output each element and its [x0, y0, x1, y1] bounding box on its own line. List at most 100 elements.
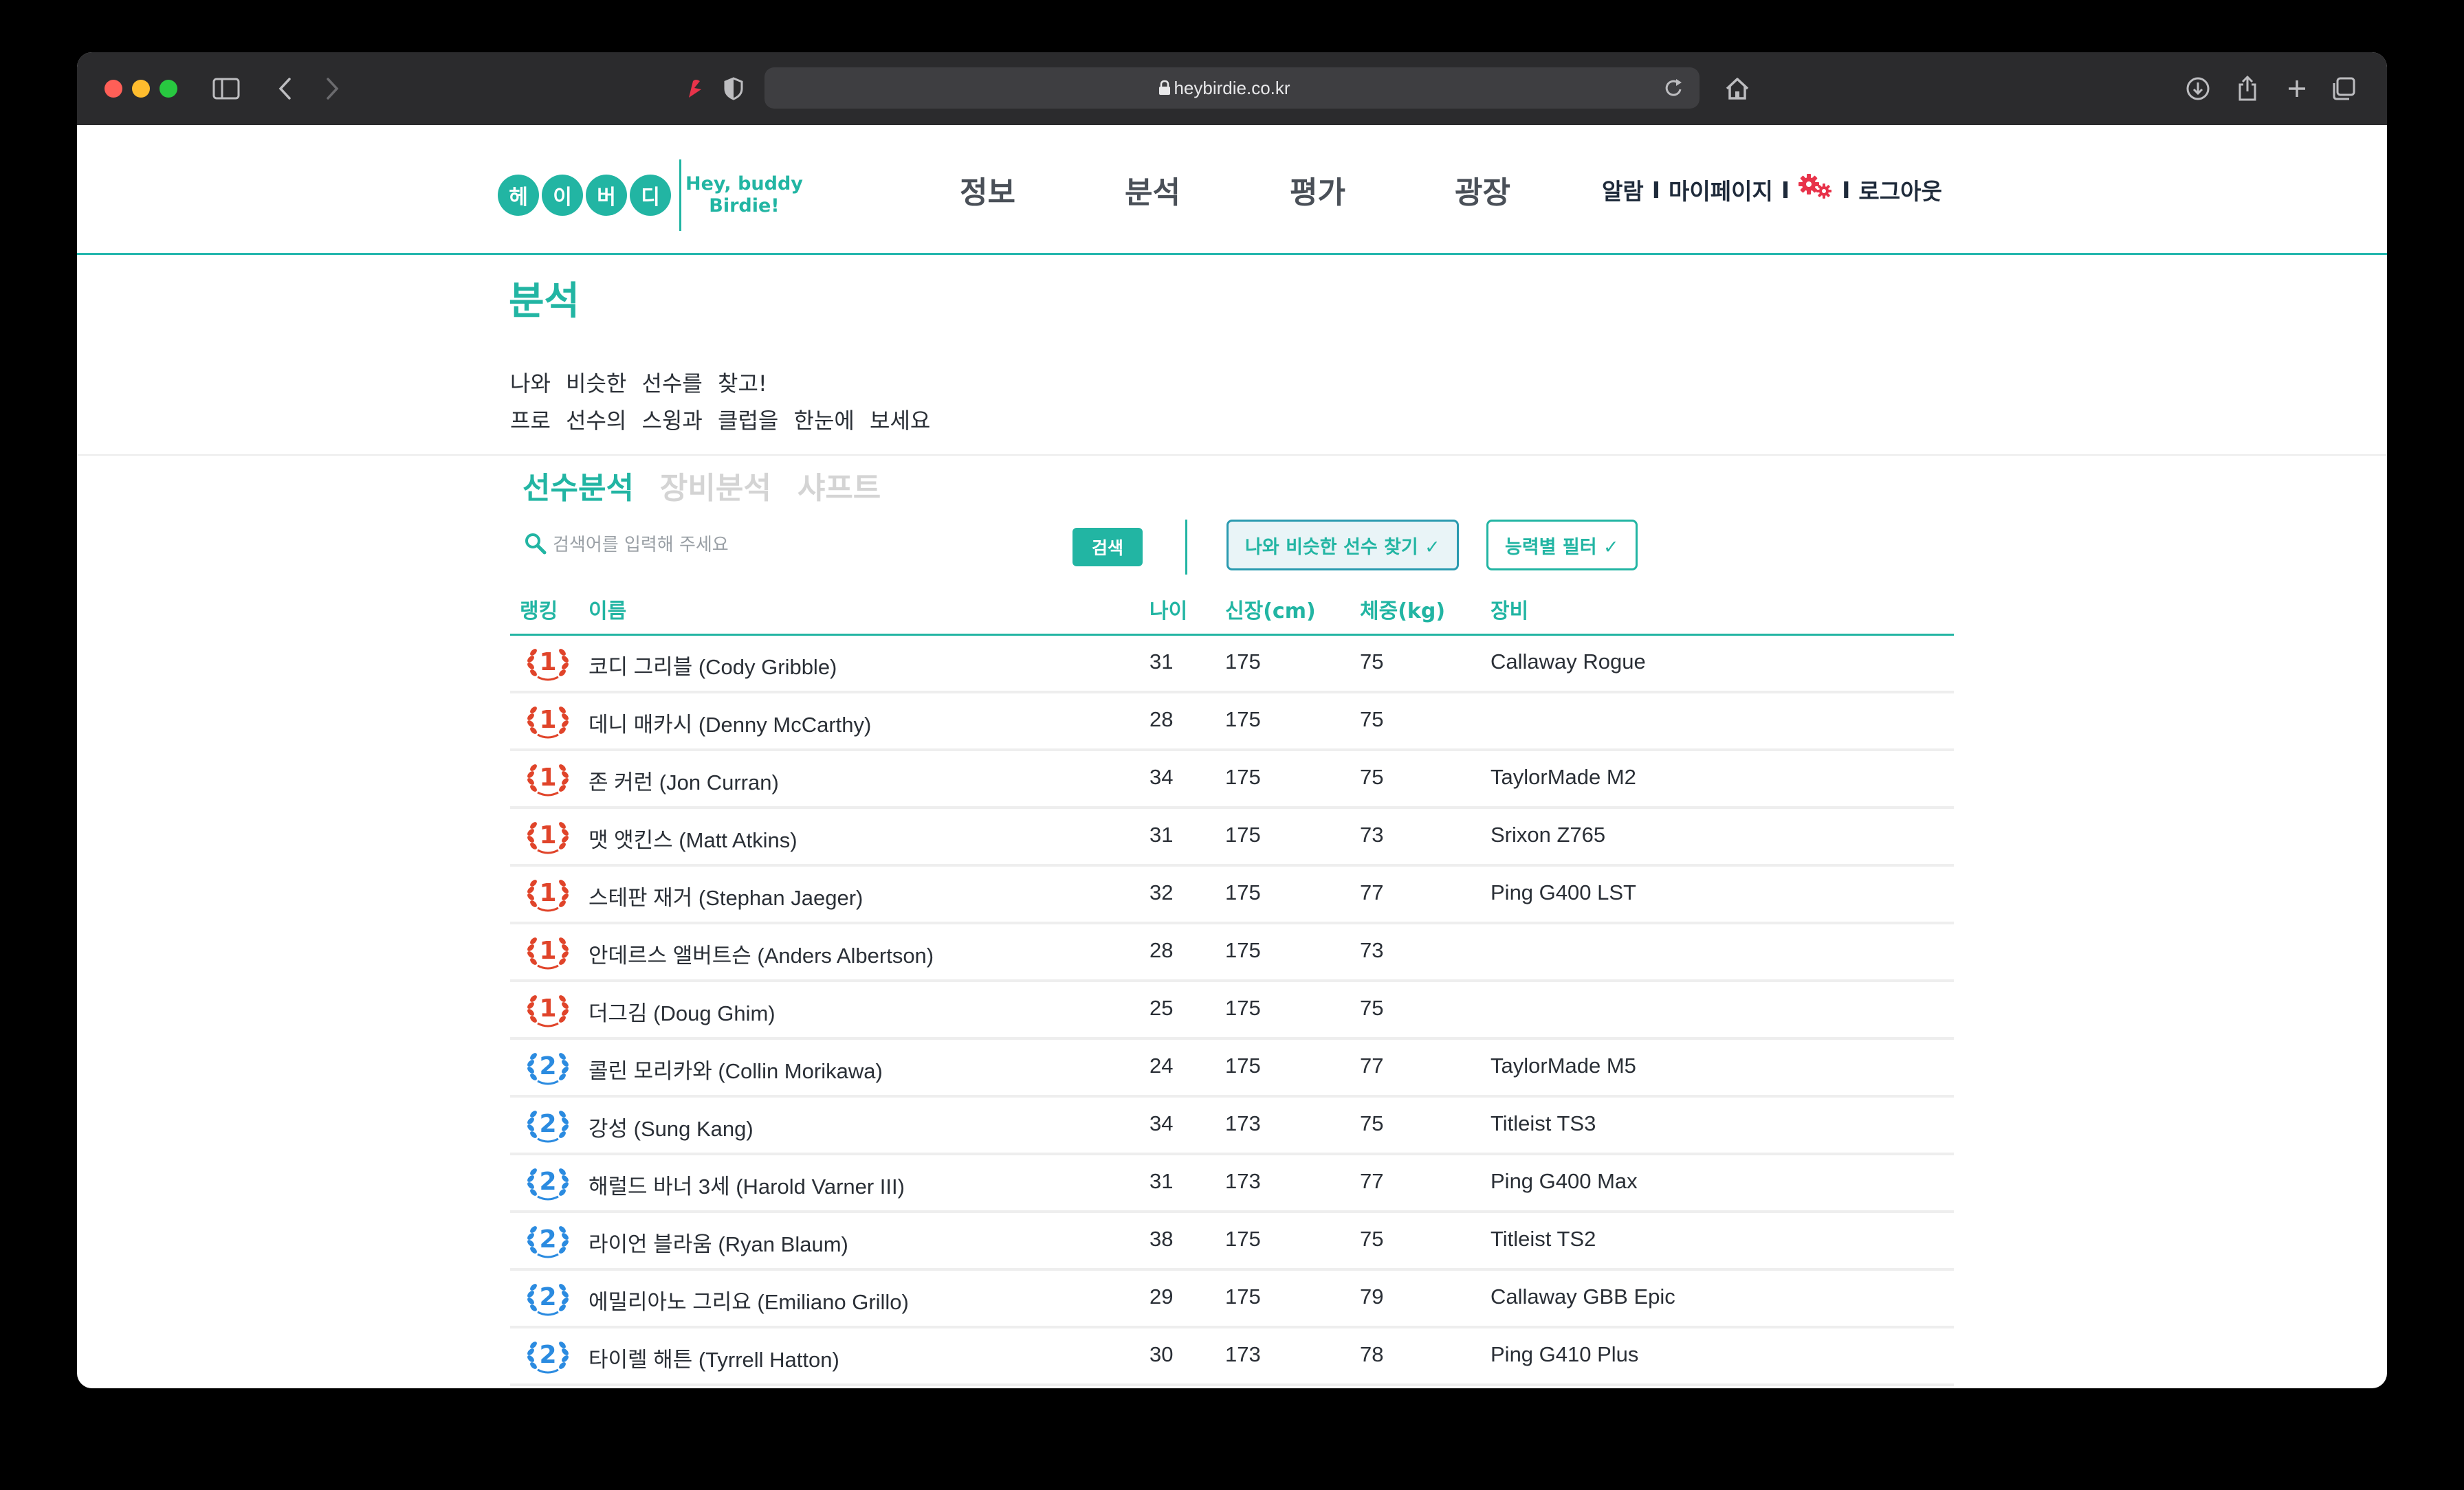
player-table: 랭킹 이름 나이 신장(cm) 체중(kg) 장비 1 코디 그리블 (Cody … [510, 586, 1954, 1386]
browser-window: heybirdie.co.kr 헤 이 버 디 Hey, buddy Birdi… [77, 52, 2387, 1388]
player-height: 175 [1225, 765, 1261, 789]
rank-number: 1 [539, 648, 557, 676]
player-height: 175 [1225, 707, 1261, 731]
nav-item-info[interactable]: 정보 [960, 168, 1015, 212]
table-row[interactable]: 2 에밀리아노 그리요 (Emiliano Grillo) 29 175 79 Calla… [510, 1271, 1954, 1328]
column-header-height[interactable]: 신장(cm) [1225, 594, 1316, 624]
player-name[interactable]: 안데르스 앨버트슨 (Anders Albertson) [588, 938, 934, 969]
column-header-name[interactable]: 이름 [588, 594, 626, 624]
table-row[interactable]: 2 해럴드 바너 3세 (Harold Varner III) 31 173 77 Pin… [510, 1155, 1954, 1213]
player-name[interactable]: 코디 그리블 (Cody Gribble) [588, 649, 837, 680]
chevron-left-icon[interactable] [268, 71, 302, 106]
logout-link[interactable]: 로그아웃 [1858, 173, 1942, 206]
shield-icon[interactable] [716, 71, 751, 106]
player-height: 175 [1225, 1227, 1261, 1251]
nav-item-plaza[interactable]: 광장 [1455, 168, 1510, 212]
player-name[interactable]: 존 커런 (Jon Curran) [588, 765, 779, 796]
player-age: 29 [1150, 1285, 1174, 1309]
table-row[interactable]: 1 데니 매카시 (Denny McCarthy) 28 175 75 [510, 693, 1954, 751]
laurel-badge-icon: 1 [524, 989, 572, 1030]
player-name[interactable]: 해럴드 바너 3세 (Harold Varner III) [588, 1169, 905, 1200]
search-icon [524, 532, 547, 558]
ability-filter-button[interactable]: 능력별 필터 ✓ [1486, 520, 1638, 570]
zoom-window-button[interactable] [160, 80, 177, 98]
player-age: 30 [1150, 1342, 1174, 1366]
mypage-link[interactable]: 마이페이지 [1669, 173, 1773, 206]
table-row[interactable]: 1 맷 앳킨스 (Matt Atkins) 31 175 73 Srixon Z765 [510, 809, 1954, 867]
nav-item-analysis[interactable]: 분석 [1125, 168, 1180, 212]
table-row[interactable]: 2 라이언 블라움 (Ryan Blaum) 38 175 75 Titleist TS2 [510, 1213, 1954, 1271]
download-icon[interactable] [2181, 71, 2215, 106]
rank-number: 2 [539, 1052, 557, 1080]
separator: I [1842, 176, 1851, 203]
find-similar-player-button[interactable]: 나와 비슷한 선수 찾기 ✓ [1226, 520, 1459, 570]
player-age: 25 [1150, 996, 1174, 1020]
player-name[interactable]: 데니 매카시 (Denny McCarthy) [588, 707, 871, 738]
player-weight: 78 [1360, 1342, 1384, 1366]
nav-item-evaluation[interactable]: 평가 [1290, 168, 1345, 212]
tab-player-analysis[interactable]: 선수분석 [522, 463, 634, 507]
minimize-window-button[interactable] [132, 80, 150, 98]
table-row[interactable]: 1 스테판 재거 (Stephan Jaeger) 32 175 77 Ping G400… [510, 867, 1954, 924]
table-row[interactable]: 2 타이렐 해튼 (Tyrrell Hatton) 30 173 78 Ping G410… [510, 1328, 1954, 1386]
column-header-rank[interactable]: 랭킹 [520, 594, 558, 624]
player-equipment: TaylorMade M2 [1490, 765, 1636, 789]
table-row[interactable]: 1 존 커런 (Jon Curran) 34 175 75 TaylorMade M2 [510, 751, 1954, 809]
logo-char: 디 [630, 175, 671, 216]
player-weight: 75 [1360, 765, 1384, 789]
player-age: 31 [1150, 649, 1174, 674]
laurel-badge-icon: 2 [524, 1047, 572, 1088]
home-icon[interactable] [1720, 71, 1754, 106]
table-row[interactable]: 1 더그김 (Doug Ghim) 25 175 75 [510, 982, 1954, 1040]
logo-char: 이 [542, 175, 583, 216]
laurel-badge-icon: 2 [524, 1220, 572, 1261]
table-row[interactable]: 2 콜린 모리카와 (Collin Morikawa) 24 175 77 TaylorM… [510, 1040, 1954, 1098]
site-logo[interactable]: 헤 이 버 디 Hey, buddy Birdie! [498, 159, 803, 231]
laurel-badge-icon: 1 [524, 874, 572, 915]
player-name[interactable]: 콜린 모리카와 (Collin Morikawa) [588, 1054, 883, 1085]
player-name[interactable]: 라이언 블라움 (Ryan Blaum) [588, 1227, 848, 1258]
column-header-age[interactable]: 나이 [1150, 594, 1187, 624]
rank-number: 1 [539, 879, 557, 907]
column-header-weight[interactable]: 체중(kg) [1360, 594, 1445, 624]
table-row[interactable]: 2 강성 (Sung Kang) 34 173 75 Titleist TS3 [510, 1098, 1954, 1155]
player-weight: 75 [1360, 707, 1384, 731]
player-name[interactable]: 맷 앳킨스 (Matt Atkins) [588, 823, 798, 854]
player-height: 173 [1225, 1342, 1261, 1366]
player-name[interactable]: 타이렐 해튼 (Tyrrell Hatton) [588, 1342, 839, 1373]
table-row[interactable]: 1 안데르스 앨버트슨 (Anders Albertson) 28 175 73 [510, 924, 1954, 982]
player-height: 175 [1225, 823, 1261, 847]
player-equipment: Srixon Z765 [1490, 823, 1606, 847]
rank-number: 1 [539, 706, 557, 734]
search-input[interactable] [551, 529, 967, 561]
extension-icon[interactable] [676, 71, 711, 106]
tab-equipment-analysis[interactable]: 장비분석 [660, 463, 771, 507]
player-weight: 77 [1360, 880, 1384, 904]
player-weight: 77 [1360, 1169, 1384, 1193]
gear-icon[interactable] [1798, 173, 1834, 206]
player-age: 28 [1150, 938, 1174, 962]
laurel-badge-icon: 1 [524, 758, 572, 799]
share-icon[interactable] [2230, 71, 2265, 106]
alarm-link[interactable]: 알람 [1602, 173, 1644, 206]
player-name[interactable]: 스테판 재거 (Stephan Jaeger) [588, 880, 863, 911]
search-button[interactable]: 검색 [1072, 528, 1143, 566]
chevron-right-icon[interactable] [315, 71, 349, 106]
player-name[interactable]: 에밀리아노 그리요 (Emiliano Grillo) [588, 1285, 909, 1315]
table-row[interactable]: 1 코디 그리블 (Cody Gribble) 31 175 75 Callaway Ro… [510, 636, 1954, 693]
sidebar-icon[interactable] [209, 71, 243, 106]
close-window-button[interactable] [104, 80, 122, 98]
player-height: 175 [1225, 1054, 1261, 1078]
tabs-overview-icon[interactable] [2326, 71, 2361, 106]
reload-icon[interactable] [1664, 77, 1684, 102]
player-age: 34 [1150, 1111, 1174, 1135]
logo-divider [679, 159, 681, 231]
player-age: 31 [1150, 1169, 1174, 1193]
plus-icon[interactable] [2280, 71, 2314, 106]
rank-number: 1 [539, 821, 557, 849]
tab-shaft[interactable]: 샤프트 [798, 463, 881, 507]
player-name[interactable]: 더그김 (Doug Ghim) [588, 996, 776, 1027]
column-header-equipment[interactable]: 장비 [1490, 594, 1528, 624]
player-name[interactable]: 강성 (Sung Kang) [588, 1111, 754, 1142]
address-bar[interactable]: heybirdie.co.kr [764, 67, 1700, 109]
